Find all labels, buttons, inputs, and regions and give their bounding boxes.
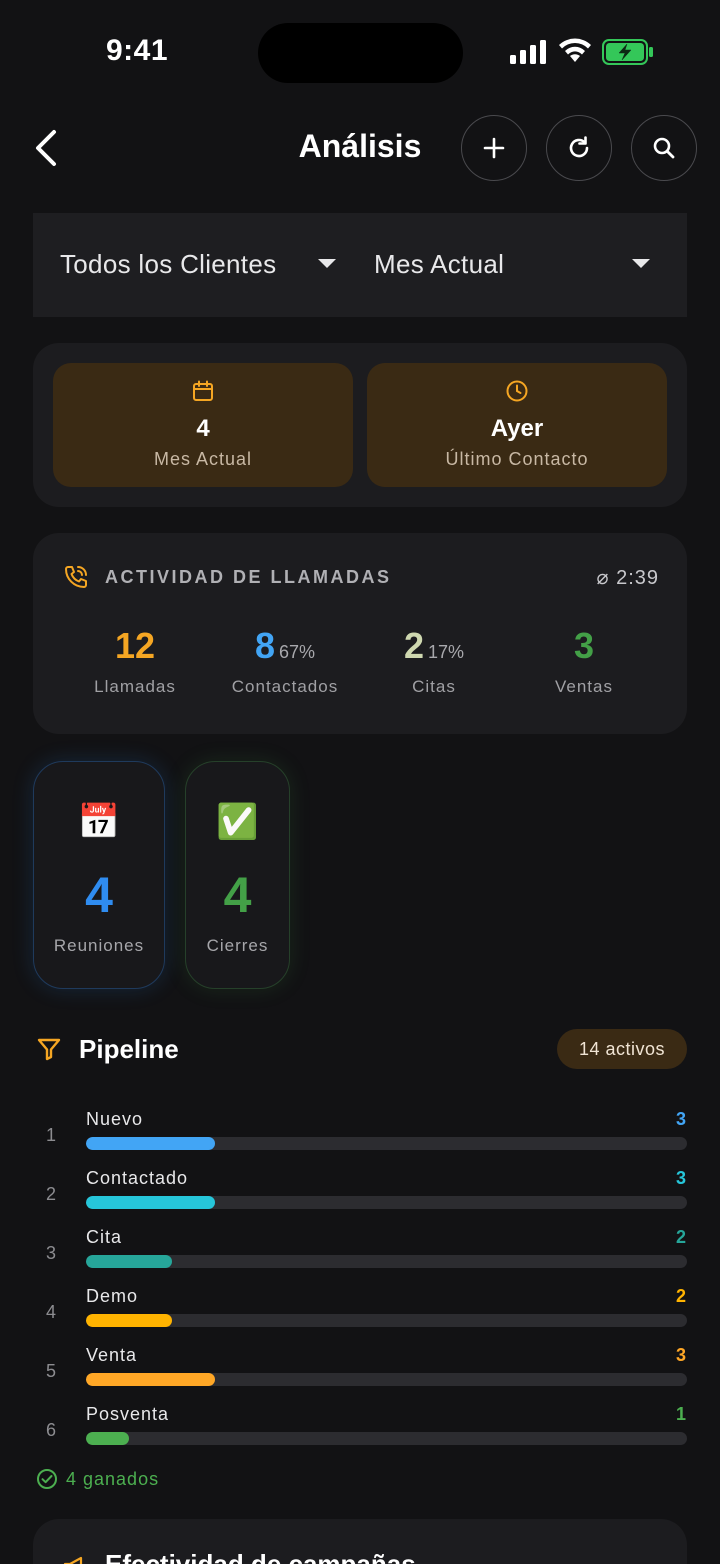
summary-value: 4 xyxy=(196,415,210,442)
stage-index: 6 xyxy=(46,1420,57,1440)
summary-tile-month: 4 Mes Actual xyxy=(53,363,353,487)
filter-bar: Todos los Clientes Mes Actual xyxy=(33,213,687,317)
calendar-icon xyxy=(193,380,213,401)
chevron-down-icon xyxy=(632,259,650,268)
stat-sales: 3 Ventas xyxy=(509,625,659,697)
stage-index: 1 xyxy=(46,1125,57,1145)
stat-label: Citas xyxy=(412,677,456,696)
active-count-badge: 14 activos xyxy=(557,1029,687,1069)
stage-count: 2 xyxy=(675,1227,686,1247)
stat-label: Ventas xyxy=(555,677,613,696)
stage-progress-track xyxy=(86,1196,687,1209)
client-filter-value: Todos los Clientes xyxy=(60,249,277,279)
stat-value: 8 xyxy=(254,625,275,666)
summary-value: Ayer xyxy=(490,415,544,442)
stage-name: Contactado xyxy=(86,1168,189,1188)
search-button[interactable] xyxy=(631,115,697,181)
pipeline-stage-row[interactable]: 6 Posventa 1 xyxy=(0,1404,720,1471)
meetings-label: Reuniones xyxy=(53,936,145,955)
page-title: Análisis xyxy=(298,128,422,164)
stat-label: Llamadas xyxy=(94,677,176,696)
status-bar: 9:41 xyxy=(0,0,720,100)
stat-value: 12 xyxy=(114,625,156,666)
meetings-card[interactable]: 📅 4 Reuniones xyxy=(33,761,165,989)
pipeline-title: Pipeline xyxy=(79,1034,179,1064)
stage-progress-fill xyxy=(86,1196,215,1209)
stage-count: 1 xyxy=(675,1404,686,1424)
stat-percent: 17% xyxy=(428,642,465,662)
stage-index: 2 xyxy=(46,1184,57,1204)
clock-icon xyxy=(506,380,528,402)
stage-index: 5 xyxy=(46,1361,57,1381)
stage-progress-fill xyxy=(86,1432,129,1445)
plus-icon xyxy=(483,137,505,159)
call-activity-title: ACTIVIDAD DE LLAMADAS xyxy=(105,567,392,587)
refresh-button[interactable] xyxy=(546,115,612,181)
calendar-emoji-icon: 📅 xyxy=(77,803,121,841)
refresh-icon xyxy=(569,136,589,158)
stage-progress-track xyxy=(86,1137,687,1150)
stage-progress-fill xyxy=(86,1255,172,1268)
stat-percent: 67% xyxy=(279,642,316,662)
stage-progress-fill xyxy=(86,1137,215,1150)
filter-funnel-icon xyxy=(37,1038,61,1061)
check-circle-icon xyxy=(37,1469,57,1489)
stage-name: Demo xyxy=(86,1286,139,1306)
status-time: 9:41 xyxy=(106,34,169,67)
stage-progress-track xyxy=(86,1432,687,1445)
campaign-card-title: Efectividad de campañas xyxy=(105,1549,416,1564)
meetings-count: 4 xyxy=(85,867,113,923)
chevron-down-icon xyxy=(318,259,336,268)
summary-label: Mes Actual xyxy=(153,449,253,469)
nav-bar: Análisis xyxy=(0,112,720,184)
won-summary: 4 ganados xyxy=(36,1468,159,1490)
stage-index: 4 xyxy=(46,1302,57,1322)
stage-count: 3 xyxy=(675,1168,686,1188)
stage-progress-track xyxy=(86,1373,687,1386)
stage-count: 3 xyxy=(675,1109,686,1129)
stat-calls: 12 Llamadas xyxy=(60,625,210,697)
summary-label: Último Contacto xyxy=(445,449,589,469)
stage-index: 3 xyxy=(46,1243,57,1263)
megaphone-icon xyxy=(63,1556,83,1564)
dynamic-island xyxy=(258,23,463,83)
closings-count: 4 xyxy=(223,867,252,923)
wifi-icon xyxy=(559,38,591,62)
won-count-label: 4 ganados xyxy=(66,1468,160,1489)
stat-label: Contactados xyxy=(231,677,339,696)
phone-call-icon xyxy=(65,566,87,588)
stage-progress-fill xyxy=(86,1314,172,1327)
check-mark-emoji-icon: ✅ xyxy=(216,803,259,841)
stage-count: 3 xyxy=(675,1345,686,1365)
stat-appointments: 2 17% Citas xyxy=(359,625,509,697)
stat-value: 3 xyxy=(573,625,595,666)
search-icon xyxy=(653,137,675,159)
summary-card: 4 Mes Actual Ayer Último Contacto xyxy=(33,343,687,507)
period-filter-value: Mes Actual xyxy=(374,249,505,279)
closings-card[interactable]: ✅ 4 Cierres xyxy=(185,761,290,989)
stage-name: Cita xyxy=(86,1227,123,1247)
stage-progress-fill xyxy=(86,1373,215,1386)
call-activity-card: ACTIVIDAD DE LLAMADAS ⌀ 2:39 12 Llamadas… xyxy=(33,533,687,734)
stage-name: Posventa xyxy=(86,1404,170,1424)
back-chevron-icon[interactable] xyxy=(30,128,64,168)
battery-charging-icon xyxy=(602,39,653,65)
stat-value: 2 xyxy=(403,625,424,666)
campaign-effectiveness-card[interactable]: Efectividad de campañas xyxy=(33,1519,687,1564)
cellular-signal-icon xyxy=(510,40,546,64)
average-call-duration: ⌀ 2:39 xyxy=(596,567,659,589)
stage-name: Nuevo xyxy=(86,1109,144,1129)
summary-tile-last-contact: Ayer Último Contacto xyxy=(367,363,667,487)
stat-contacted: 8 67% Contactados xyxy=(210,625,360,697)
stage-name: Venta xyxy=(86,1345,138,1365)
stage-progress-track xyxy=(86,1255,687,1268)
stage-progress-track xyxy=(86,1314,687,1327)
stage-count: 2 xyxy=(675,1286,686,1306)
add-button[interactable] xyxy=(461,115,527,181)
closings-label: Cierres xyxy=(206,936,269,955)
